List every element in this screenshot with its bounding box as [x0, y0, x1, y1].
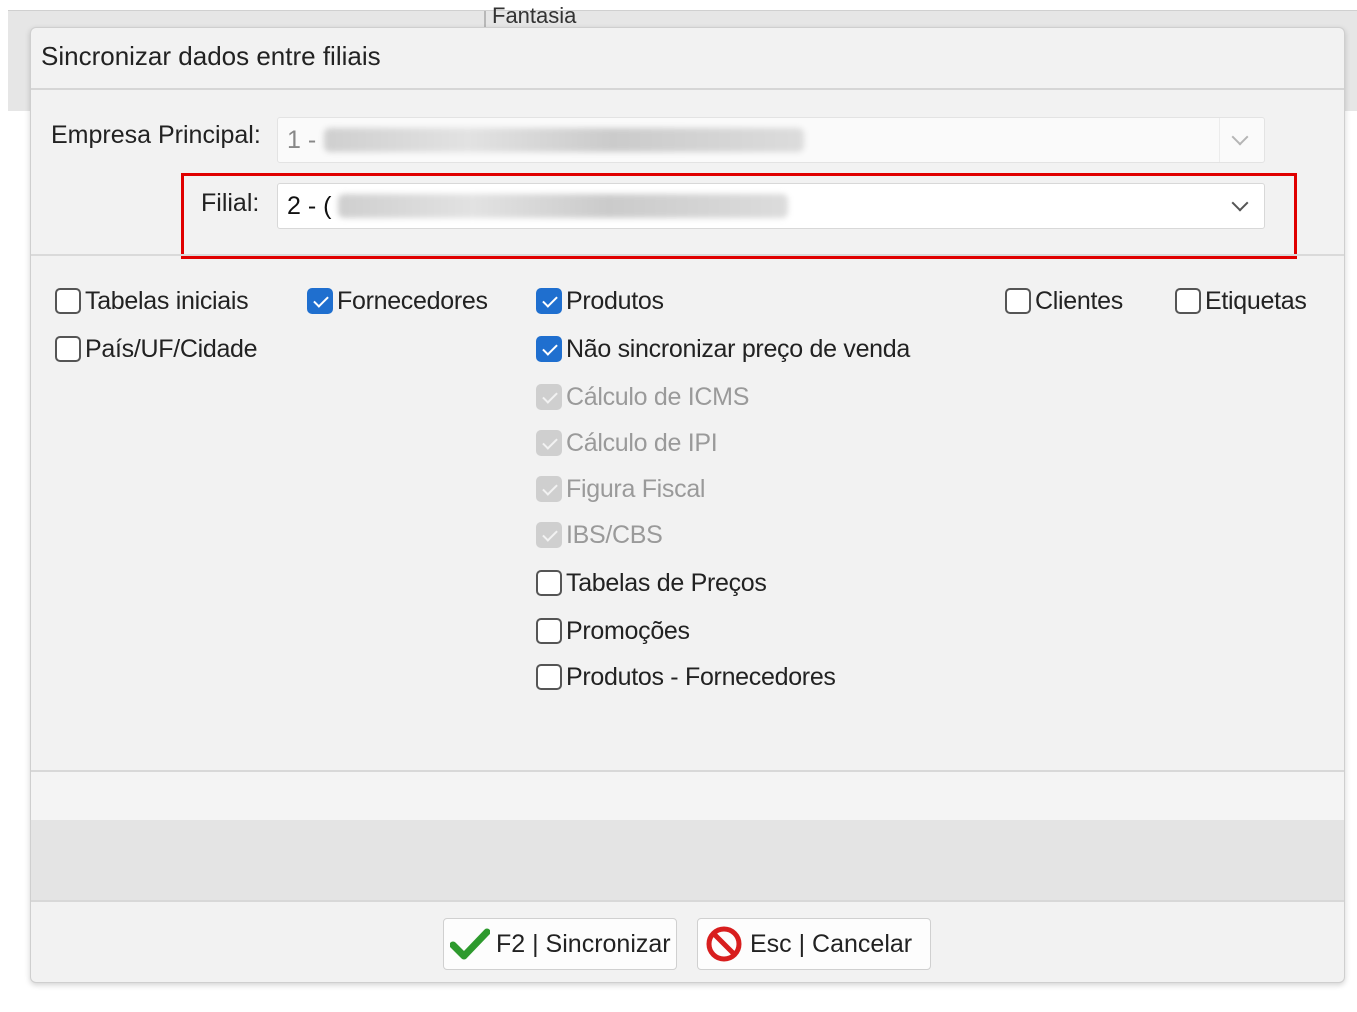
empresa-dropdown-button[interactable]: [1219, 118, 1264, 162]
filial-value: 2 - (: [287, 192, 332, 220]
checkbox-box: [536, 476, 562, 502]
checkbox-box[interactable]: [536, 288, 562, 314]
checkbox-calculo-icms: Cálculo de ICMS: [536, 379, 749, 415]
empresa-redacted: [324, 128, 804, 152]
checkbox-box: [536, 430, 562, 456]
empresa-label: Empresa Principal:: [51, 121, 261, 149]
checkbox-box[interactable]: [55, 336, 81, 362]
dialog-titlebar[interactable]: Sincronizar dados entre filiais: [31, 28, 1344, 90]
checkbox-label: IBS/CBS: [566, 520, 663, 549]
checkbox-figura-fiscal: Figura Fiscal: [536, 471, 706, 507]
checkbox-box[interactable]: [536, 618, 562, 644]
dialog-title: Sincronizar dados entre filiais: [41, 41, 381, 71]
checkbox-fornecedores[interactable]: Fornecedores: [307, 283, 488, 319]
footer-separator: [31, 900, 1344, 902]
checkbox-label: Etiquetas: [1205, 286, 1307, 315]
prohibited-icon: [706, 926, 742, 962]
checkbox-tabelas-iniciais[interactable]: Tabelas iniciais: [55, 283, 249, 319]
empresa-value: 1 -: [287, 126, 317, 154]
checkbox-label: Produtos: [566, 286, 664, 315]
checkbox-produtos-fornecedores[interactable]: Produtos - Fornecedores: [536, 659, 836, 695]
cancel-button[interactable]: Esc | Cancelar: [697, 918, 931, 970]
chevron-down-icon: [1231, 194, 1249, 212]
checkbox-box[interactable]: [1005, 288, 1031, 314]
checkbox-box[interactable]: [55, 288, 81, 314]
checkbox-clientes[interactable]: Clientes: [1005, 283, 1123, 319]
sync-button[interactable]: F2 | Sincronizar: [443, 918, 677, 970]
checkbox-nao-sincronizar-preco[interactable]: Não sincronizar preço de venda: [536, 331, 910, 367]
filial-label: Filial:: [201, 189, 260, 217]
sync-dialog: Sincronizar dados entre filiais Empresa …: [30, 27, 1345, 983]
filial-redacted: [338, 194, 788, 218]
checkbox-ibs-cbs: IBS/CBS: [536, 517, 663, 553]
checkbox-box[interactable]: [307, 288, 333, 314]
checkbox-calculo-ipi: Cálculo de IPI: [536, 425, 718, 461]
status-strip: [31, 770, 1344, 822]
checkbox-label: Figura Fiscal: [566, 474, 706, 503]
filial-dropdown-button[interactable]: [1220, 184, 1264, 228]
checkbox-box: [536, 522, 562, 548]
header-separator: [31, 254, 1344, 256]
checkbox-label: Tabelas iniciais: [85, 286, 249, 315]
checkbox-pais-uf-cidade[interactable]: País/UF/Cidade: [55, 331, 258, 367]
checkbox-label: Promoções: [566, 616, 690, 645]
checkbox-promocoes[interactable]: Promoções: [536, 613, 690, 649]
empresa-select[interactable]: 1 -: [277, 117, 1265, 163]
background-tab-text: Fantasia: [492, 3, 577, 28]
checkbox-label: Tabelas de Preços: [566, 568, 767, 597]
filial-select[interactable]: 2 - (: [277, 183, 1265, 229]
footer-panel: [31, 820, 1344, 900]
sync-button-label: F2 | Sincronizar: [496, 929, 671, 958]
checkbox-label: Produtos - Fornecedores: [566, 662, 836, 691]
checkbox-etiquetas[interactable]: Etiquetas: [1175, 283, 1307, 319]
checkbox-label: Clientes: [1035, 286, 1123, 315]
checkbox-label: Cálculo de ICMS: [566, 382, 750, 411]
checkbox-label: Cálculo de IPI: [566, 428, 718, 457]
checkbox-box[interactable]: [536, 570, 562, 596]
cancel-button-label: Esc | Cancelar: [750, 929, 913, 958]
checkbox-label: Não sincronizar preço de venda: [566, 334, 910, 363]
checkbox-box[interactable]: [536, 664, 562, 690]
chevron-down-icon: [1231, 128, 1249, 146]
checkbox-produtos[interactable]: Produtos: [536, 283, 664, 319]
check-icon: [450, 928, 490, 960]
checkbox-label: País/UF/Cidade: [85, 334, 258, 363]
checkbox-label: Fornecedores: [337, 286, 488, 315]
checkbox-box[interactable]: [536, 336, 562, 362]
checkbox-tabelas-precos[interactable]: Tabelas de Preços: [536, 565, 767, 601]
checkbox-box[interactable]: [1175, 288, 1201, 314]
checkbox-box: [536, 384, 562, 410]
